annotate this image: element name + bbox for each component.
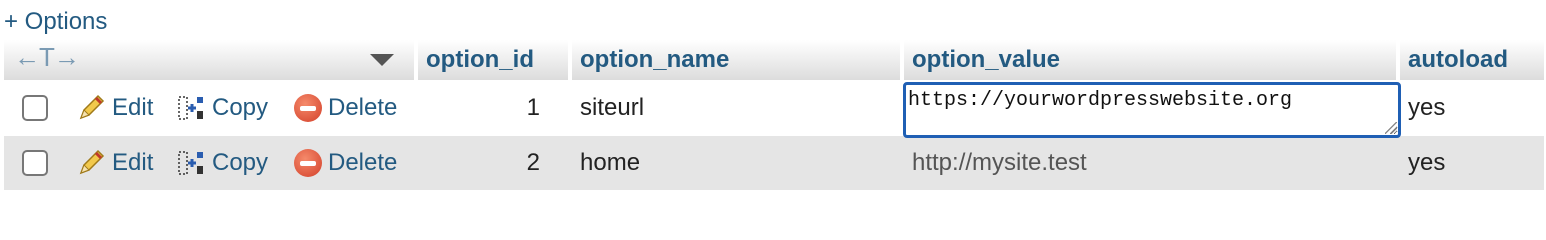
column-arrows-icon[interactable]: ←T→	[14, 42, 80, 73]
cell-option-value[interactable]: http://mysite.test	[904, 136, 1400, 190]
delete-label: Delete	[328, 149, 398, 176]
copy-icon	[178, 96, 203, 120]
table-row: Edit Copy Delete 2 home http://mysite.te…	[4, 136, 1544, 190]
edit-label: Edit	[112, 149, 154, 176]
column-controls-header: ←T→	[4, 40, 418, 80]
pencil-icon	[79, 94, 105, 120]
column-header-option-id[interactable]: option_id	[418, 40, 572, 80]
resize-handle-icon[interactable]	[1385, 122, 1397, 134]
row-actions: Edit Copy Delete	[4, 136, 418, 190]
copy-label: Copy	[212, 149, 269, 176]
pencil-icon	[79, 149, 105, 175]
column-header-option-value[interactable]: option_value	[904, 40, 1400, 80]
delete-button[interactable]: Delete	[294, 148, 397, 178]
edit-button[interactable]: Edit	[76, 148, 153, 178]
edit-button[interactable]: Edit	[76, 93, 153, 123]
delete-icon	[294, 94, 322, 122]
copy-button[interactable]: Copy	[176, 93, 268, 123]
cell-option-id: 2	[418, 136, 572, 190]
delete-icon	[294, 149, 322, 177]
column-header-option-name[interactable]: option_name	[572, 40, 904, 80]
cell-option-name: siteurl	[572, 80, 904, 136]
copy-button[interactable]: Copy	[176, 148, 268, 178]
header-row: ←T→ option_id option_name option_value a…	[4, 40, 1544, 80]
cell-option-name: home	[572, 136, 904, 190]
cell-autoload: yes	[1400, 80, 1544, 136]
option-value-inline-editor[interactable]	[903, 82, 1401, 138]
delete-button[interactable]: Delete	[294, 93, 397, 123]
sort-arrow-icon[interactable]	[370, 54, 394, 66]
copy-label: Copy	[212, 94, 269, 121]
row-checkbox[interactable]	[22, 150, 48, 176]
cell-option-id: 1	[418, 80, 572, 136]
row-checkbox[interactable]	[22, 95, 48, 121]
cell-autoload: yes	[1400, 136, 1544, 190]
copy-icon	[178, 151, 203, 175]
row-actions: Edit Copy Delete	[4, 80, 418, 136]
options-toggle-link[interactable]: + Options	[4, 8, 107, 36]
delete-label: Delete	[328, 94, 398, 121]
column-header-autoload[interactable]: autoload	[1400, 40, 1544, 80]
edit-label: Edit	[112, 94, 154, 121]
